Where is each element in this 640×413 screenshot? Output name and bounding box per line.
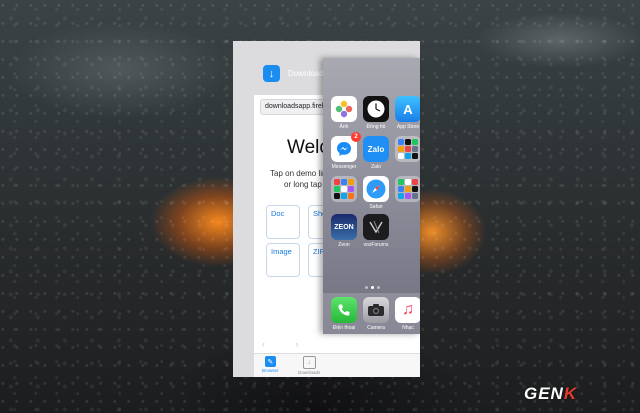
page-dot — [377, 286, 380, 289]
music-note-icon: ♫ — [395, 297, 420, 323]
page-dot-active — [371, 286, 374, 289]
folder-icon — [395, 176, 420, 202]
page-indicator — [365, 286, 380, 289]
appstore-icon: A — [395, 96, 420, 122]
photos-icon — [331, 96, 357, 122]
folder-icon — [331, 176, 357, 202]
app-label: Nhạc — [402, 325, 414, 331]
tab-label: Downloads — [298, 370, 321, 375]
download-arrow-icon: ↓ — [263, 65, 280, 82]
app-label: Zeon — [338, 242, 350, 248]
app-folder — [329, 176, 359, 204]
page-dot — [365, 286, 368, 289]
voz-icon — [363, 214, 389, 240]
app-label: vozForums — [363, 242, 389, 248]
app-label: Safari — [369, 204, 383, 210]
folder-icon — [395, 136, 420, 162]
demo-link-doc: Doc — [266, 205, 300, 239]
app-label: Messenger — [331, 164, 357, 170]
app-label: App Store — [396, 124, 420, 130]
app-zeon: ZEON Zeon — [329, 214, 359, 248]
app-safari: Safari — [361, 176, 391, 210]
download-tray-icon: ↓ — [302, 356, 316, 369]
camera-icon — [363, 297, 389, 323]
browser-nav: ‹ › — [262, 339, 299, 349]
app-label: Zalo — [371, 164, 381, 170]
tab-downloads: ↓ Downloads — [298, 356, 320, 375]
forward-arrow-icon: › — [295, 339, 299, 349]
app-name-label: Downloads — [288, 69, 328, 78]
app-card-header: ↓ Downloads — [263, 65, 328, 82]
phone-icon — [331, 297, 357, 323]
app-switcher-card-home-screen[interactable]: Ảnh Đồng hồ A App Store 2 Messenger Zalo… — [323, 58, 420, 334]
app-folder — [393, 176, 420, 204]
app-label: Điện thoại — [332, 325, 356, 331]
demo-link-image: Image — [266, 243, 300, 277]
app-vozforums: vozForums — [361, 214, 391, 248]
app-appstore: A App Store — [393, 96, 420, 130]
app-camera: Camera — [361, 297, 391, 331]
tab-browser: ✎ Browser — [262, 356, 279, 373]
zalo-icon: Zalo — [363, 136, 389, 162]
pencil-icon: ✎ — [264, 356, 276, 367]
app-photos: Ảnh — [329, 96, 359, 130]
app-folder — [393, 136, 420, 164]
app-label: Ảnh — [339, 124, 349, 130]
back-arrow-icon: ‹ — [262, 339, 265, 349]
tab-label: Browser — [262, 368, 279, 373]
app-music: ♫ Nhạc — [393, 297, 420, 331]
genk-watermark-logo: GENK — [524, 384, 578, 403]
app-messenger: 2 Messenger — [329, 132, 361, 170]
app-label: Camera — [367, 325, 385, 331]
clock-icon — [363, 96, 389, 122]
tab-bar: ✎ Browser ↓ Downloads — [254, 353, 420, 377]
notification-badge: 2 — [351, 132, 361, 142]
messenger-icon: 2 — [331, 132, 361, 162]
app-clock: Đồng hồ — [361, 96, 391, 130]
zeon-icon: ZEON — [331, 214, 357, 240]
app-phone: Điện thoại — [329, 297, 359, 331]
dock: Điện thoại Camera ♫ Nhạc — [323, 293, 420, 334]
safari-icon — [363, 176, 389, 202]
app-zalo: Zalo Zalo — [361, 136, 391, 170]
app-label: Đồng hồ — [366, 124, 386, 130]
